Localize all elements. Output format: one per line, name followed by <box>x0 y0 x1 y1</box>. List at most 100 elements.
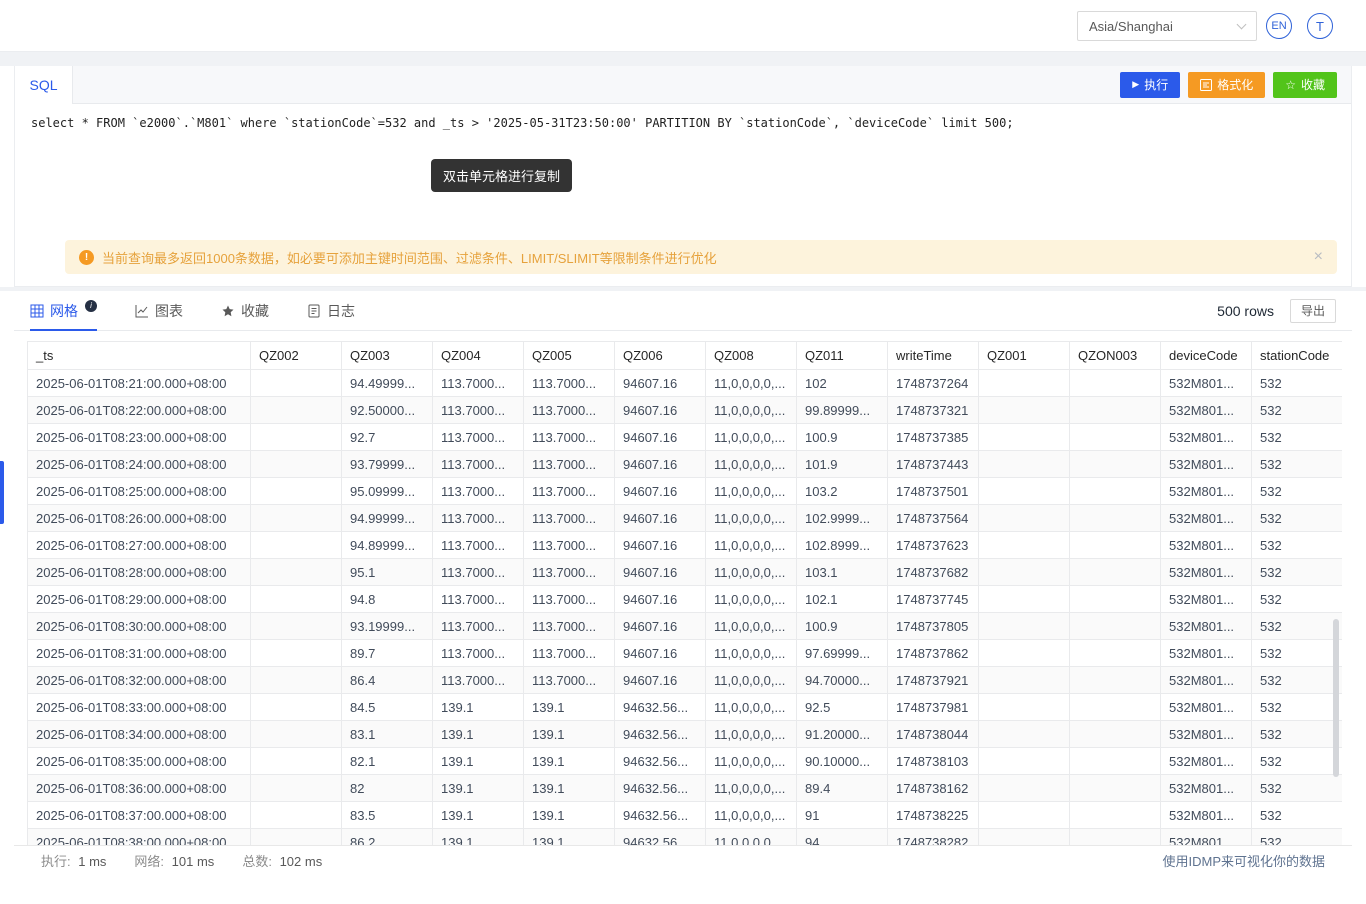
cell-QZ001[interactable] <box>979 586 1070 613</box>
cell-QZ008[interactable]: 11,0,0,0,0,... <box>706 667 797 694</box>
cell-QZ002[interactable] <box>251 694 342 721</box>
cell-QZON003[interactable] <box>1070 370 1161 397</box>
tab-log[interactable]: 日志 <box>307 291 355 330</box>
cell-QZ003[interactable]: 93.19999... <box>342 613 433 640</box>
cell-QZ004[interactable]: 139.1 <box>433 721 524 748</box>
cell-stationCode[interactable]: 532 <box>1252 505 1343 532</box>
cell-writeTime[interactable]: 1748737264 <box>888 370 979 397</box>
cell-stationCode[interactable]: 532 <box>1252 694 1343 721</box>
cell-QZ003[interactable]: 92.7 <box>342 424 433 451</box>
cell-QZ011[interactable]: 99.89999... <box>797 397 888 424</box>
tab-favorites[interactable]: 收藏 <box>221 291 269 330</box>
cell-QZ006[interactable]: 94607.16 <box>615 667 706 694</box>
cell-QZON003[interactable] <box>1070 667 1161 694</box>
cell-QZ002[interactable] <box>251 505 342 532</box>
tab-sql[interactable]: SQL <box>15 66 73 104</box>
cell-QZ005[interactable]: 113.7000... <box>524 424 615 451</box>
cell-QZ005[interactable]: 139.1 <box>524 775 615 802</box>
cell-QZ008[interactable]: 11,0,0,0,0,... <box>706 721 797 748</box>
cell-QZ005[interactable]: 139.1 <box>524 721 615 748</box>
cell-stationCode[interactable]: 532 <box>1252 586 1343 613</box>
cell-QZ003[interactable]: 94.8 <box>342 586 433 613</box>
cell-QZ005[interactable]: 113.7000... <box>524 370 615 397</box>
cell-QZ001[interactable] <box>979 424 1070 451</box>
cell-QZ002[interactable] <box>251 640 342 667</box>
cell-stationCode[interactable]: 532 <box>1252 370 1343 397</box>
cell-QZ005[interactable]: 113.7000... <box>524 559 615 586</box>
cell-deviceCode[interactable]: 532M801... <box>1161 748 1252 775</box>
cell-QZ011[interactable]: 97.69999... <box>797 640 888 667</box>
cell-QZ005[interactable]: 113.7000... <box>524 478 615 505</box>
cell-QZ008[interactable]: 11,0,0,0,0,... <box>706 532 797 559</box>
sidebar-handle[interactable] <box>0 461 4 524</box>
cell-QZ011[interactable]: 92.5 <box>797 694 888 721</box>
cell-QZ001[interactable] <box>979 667 1070 694</box>
cell-QZ006[interactable]: 94632.56... <box>615 721 706 748</box>
cell-QZ006[interactable]: 94632.56... <box>615 775 706 802</box>
sql-editor[interactable]: select * FROM `e2000`.`M801` where `stat… <box>15 104 1351 240</box>
cell-_ts[interactable]: 2025-06-01T08:26:00.000+08:00 <box>28 505 251 532</box>
cell-QZ001[interactable] <box>979 694 1070 721</box>
cell-QZ003[interactable]: 82 <box>342 775 433 802</box>
cell-stationCode[interactable]: 532 <box>1252 640 1343 667</box>
cell-QZ002[interactable] <box>251 424 342 451</box>
cell-deviceCode[interactable]: 532M801... <box>1161 505 1252 532</box>
cell-QZ006[interactable]: 94607.16 <box>615 640 706 667</box>
cell-QZ001[interactable] <box>979 775 1070 802</box>
cell-QZ006[interactable]: 94632.56... <box>615 802 706 829</box>
cell-writeTime[interactable]: 1748738103 <box>888 748 979 775</box>
cell-QZ005[interactable]: 113.7000... <box>524 613 615 640</box>
cell-writeTime[interactable]: 1748738225 <box>888 802 979 829</box>
cell-QZON003[interactable] <box>1070 775 1161 802</box>
cell-QZ011[interactable]: 102.9999... <box>797 505 888 532</box>
cell-QZ011[interactable]: 101.9 <box>797 451 888 478</box>
cell-QZ004[interactable]: 113.7000... <box>433 370 524 397</box>
cell-QZ006[interactable]: 94607.16 <box>615 505 706 532</box>
cell-QZ004[interactable]: 139.1 <box>433 775 524 802</box>
cell-QZ001[interactable] <box>979 559 1070 586</box>
cell-QZ006[interactable]: 94607.16 <box>615 478 706 505</box>
cell-QZ006[interactable]: 94607.16 <box>615 397 706 424</box>
cell-QZ003[interactable]: 93.79999... <box>342 451 433 478</box>
cell-QZON003[interactable] <box>1070 424 1161 451</box>
cell-QZON003[interactable] <box>1070 532 1161 559</box>
cell-deviceCode[interactable]: 532M801... <box>1161 370 1252 397</box>
cell-writeTime[interactable]: 1748738044 <box>888 721 979 748</box>
cell-QZ002[interactable] <box>251 802 342 829</box>
cell-QZ004[interactable]: 113.7000... <box>433 451 524 478</box>
cell-writeTime[interactable]: 1748737745 <box>888 586 979 613</box>
cell-writeTime[interactable]: 1748737981 <box>888 694 979 721</box>
cell-QZ002[interactable] <box>251 451 342 478</box>
idmp-link[interactable]: 使用IDMP来可视化你的数据 <box>1162 851 1325 870</box>
cell-QZ003[interactable]: 83.1 <box>342 721 433 748</box>
cell-stationCode[interactable]: 532 <box>1252 721 1343 748</box>
format-button[interactable]: 格式化 <box>1188 72 1265 98</box>
cell-QZ006[interactable]: 94607.16 <box>615 424 706 451</box>
cell-QZ006[interactable]: 94607.16 <box>615 559 706 586</box>
cell-QZ008[interactable]: 11,0,0,0,0,... <box>706 775 797 802</box>
cell-_ts[interactable]: 2025-06-01T08:23:00.000+08:00 <box>28 424 251 451</box>
cell-QZ008[interactable]: 11,0,0,0,0,... <box>706 397 797 424</box>
cell-QZ011[interactable]: 94.70000... <box>797 667 888 694</box>
cell-QZ011[interactable]: 90.10000... <box>797 748 888 775</box>
cell-QZON003[interactable] <box>1070 586 1161 613</box>
cell-_ts[interactable]: 2025-06-01T08:32:00.000+08:00 <box>28 667 251 694</box>
cell-QZ008[interactable]: 11,0,0,0,0,... <box>706 694 797 721</box>
cell-QZ003[interactable]: 84.5 <box>342 694 433 721</box>
cell-QZ008[interactable]: 11,0,0,0,0,... <box>706 559 797 586</box>
execute-button[interactable]: ▶ 执行 <box>1120 72 1180 98</box>
cell-stationCode[interactable]: 532 <box>1252 559 1343 586</box>
cell-QZ001[interactable] <box>979 748 1070 775</box>
cell-QZ002[interactable] <box>251 613 342 640</box>
cell-QZ004[interactable]: 139.1 <box>433 694 524 721</box>
cell-QZON003[interactable] <box>1070 613 1161 640</box>
cell-QZ001[interactable] <box>979 505 1070 532</box>
cell-writeTime[interactable]: 1748737623 <box>888 532 979 559</box>
cell-QZ006[interactable]: 94607.16 <box>615 532 706 559</box>
cell-QZ004[interactable]: 113.7000... <box>433 478 524 505</box>
cell-QZ003[interactable]: 94.99999... <box>342 505 433 532</box>
cell-QZ004[interactable]: 113.7000... <box>433 397 524 424</box>
cell-QZON003[interactable] <box>1070 694 1161 721</box>
cell-_ts[interactable]: 2025-06-01T08:30:00.000+08:00 <box>28 613 251 640</box>
cell-QZON003[interactable] <box>1070 640 1161 667</box>
